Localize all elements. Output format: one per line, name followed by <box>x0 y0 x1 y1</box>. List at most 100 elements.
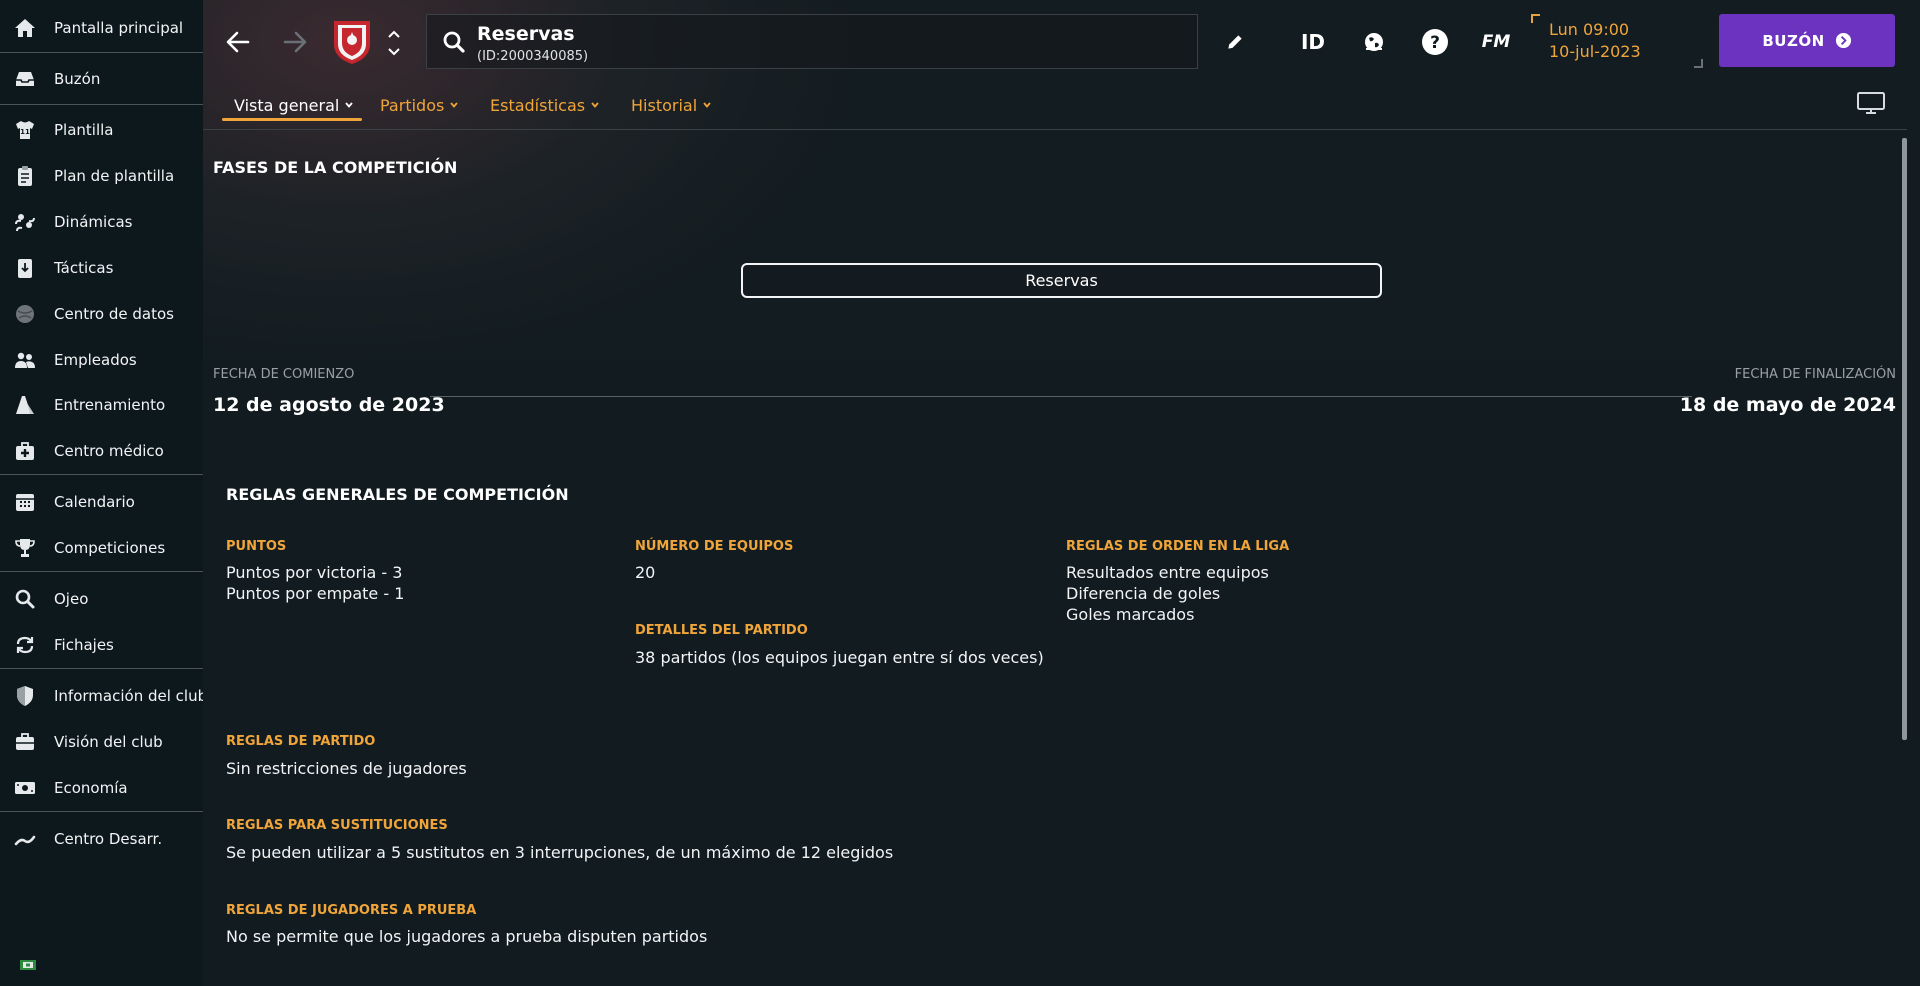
sidebar-divider <box>0 474 203 475</box>
shield-icon <box>11 682 39 710</box>
sidebar-divider <box>0 104 203 105</box>
tab-label: Estadísticas <box>490 95 586 115</box>
match-details-label: DETALLES DEL PARTIDO <box>635 623 808 638</box>
monitor-icon[interactable] <box>1856 90 1886 116</box>
tab-matches[interactable]: Partidos <box>380 92 459 118</box>
tab-overview[interactable]: Vista general <box>234 92 354 118</box>
sidebar-item-tactics[interactable]: Tácticas <box>0 248 203 288</box>
sidebar-item-squad-plan[interactable]: Plan de plantilla <box>0 156 203 196</box>
stage-reservas-button[interactable]: Reservas <box>741 263 1382 298</box>
sidebar-item-squad[interactable]: 11 Plantilla <box>0 110 203 150</box>
date-continue-box[interactable]: Lun 09:00 10-jul-2023 <box>1531 14 1703 68</box>
sidebar-item-transfers[interactable]: Fichajes <box>0 625 203 665</box>
world-football-button[interactable] <box>1357 25 1391 59</box>
subs-rules-label: REGLAS PARA SUSTITUCIONES <box>226 818 448 833</box>
id-button[interactable]: ID <box>1296 25 1330 59</box>
search-box[interactable]: Reservas (ID:2000340085) <box>426 14 1198 69</box>
sidebar-item-inbox[interactable]: Buzón <box>0 59 203 99</box>
sidebar-item-label: Fichajes <box>54 636 114 654</box>
club-badge-icon[interactable] <box>330 18 374 66</box>
subs-rules-value: Se pueden utilizar a 5 sustitutos en 3 i… <box>226 843 894 862</box>
sidebar-item-dynamics[interactable]: Dinámicas <box>0 202 203 242</box>
sidebar-item-medical[interactable]: Centro médico <box>0 431 203 471</box>
club-switch-chevrons-icon[interactable] <box>385 26 403 60</box>
end-date: 18 de mayo de 2024 <box>1679 394 1896 416</box>
phases-heading: FASES DE LA COMPETICIÓN <box>213 158 458 177</box>
sidebar-item-competitions[interactable]: Competiciones <box>0 528 203 568</box>
fm-menu-button[interactable]: FM <box>1479 25 1513 59</box>
tab-statistics[interactable]: Estadísticas <box>490 92 600 118</box>
season-timeline <box>430 396 1692 397</box>
game-time: Lun 09:00 <box>1549 20 1630 39</box>
staff-icon <box>11 346 39 374</box>
sidebar-item-label: Información del club <box>54 687 208 705</box>
trial-rules-label: REGLAS DE JUGADORES A PRUEBA <box>226 903 477 918</box>
sidebar-item-scouting[interactable]: Ojeo <box>0 579 203 619</box>
svg-text:11: 11 <box>20 128 30 136</box>
search-icon <box>443 31 465 53</box>
page-id: (ID:2000340085) <box>477 49 589 64</box>
svg-text:?: ? <box>1430 33 1440 53</box>
tab-label: Partidos <box>380 95 445 115</box>
inbox-continue-button[interactable]: BUZÓN <box>1719 14 1895 67</box>
briefcase-icon <box>11 728 39 756</box>
sidebar-item-label: Centro Desarr. <box>54 830 163 848</box>
sidebar-item-label: Empleados <box>54 351 137 369</box>
back-arrow-icon[interactable] <box>222 26 254 58</box>
chevron-down-icon <box>591 102 599 108</box>
chevron-down-icon <box>703 102 711 108</box>
sidebar-item-staff[interactable]: Empleados <box>0 340 203 380</box>
sidebar-item-label: Centro de datos <box>54 305 174 323</box>
vertical-scrollbar[interactable] <box>1902 138 1907 740</box>
sidebar-item-club-info[interactable]: Información del club <box>0 676 207 716</box>
sidebar: Pantalla principal Buzón 11 Plantilla Pl… <box>0 0 207 986</box>
training-cone-icon <box>11 391 39 419</box>
question-icon: ? <box>1422 29 1448 55</box>
order-rule-2: Diferencia de goles <box>1066 584 1221 603</box>
sidebar-item-club-vision[interactable]: Visión del club <box>0 722 203 762</box>
sidebar-item-label: Ojeo <box>54 590 89 608</box>
forward-arrow-icon[interactable] <box>279 26 311 58</box>
help-button[interactable]: ? <box>1418 25 1452 59</box>
match-rules-label: REGLAS DE PARTIDO <box>226 734 376 749</box>
data-sphere-icon <box>11 300 39 328</box>
id-label: ID <box>1300 30 1326 54</box>
points-win: Puntos por victoria - 3 <box>226 563 403 582</box>
sidebar-item-training[interactable]: Entrenamiento <box>0 385 203 425</box>
sidebar-item-label: Dinámicas <box>54 213 133 231</box>
sidebar-item-label: Economía <box>54 779 128 797</box>
teams-label: NÚMERO DE EQUIPOS <box>635 539 794 554</box>
match-details-value: 38 partidos (los equipos juegan entre sí… <box>635 648 1044 667</box>
magnifier-icon <box>11 585 39 613</box>
sidebar-item-home[interactable]: Pantalla principal <box>0 8 203 48</box>
corner-decoration <box>1531 14 1540 23</box>
arrow-circle-icon <box>1835 32 1851 49</box>
tactics-board-icon <box>11 254 39 282</box>
sidebar-item-label: Centro médico <box>54 442 164 460</box>
sidebar-item-calendar[interactable]: Calendario <box>0 482 203 522</box>
fm-logo: FM <box>1481 32 1511 52</box>
edit-button[interactable] <box>1218 25 1252 59</box>
flag-icon[interactable] <box>20 960 36 970</box>
inbox-icon <box>11 65 39 93</box>
sidebar-item-development-centre[interactable]: Centro Desarr. <box>0 819 203 859</box>
tab-history[interactable]: Historial <box>631 92 712 118</box>
page-title: Reservas <box>477 23 575 45</box>
points-label: PUNTOS <box>226 539 287 554</box>
rules-heading: REGLAS GENERALES DE COMPETICIÓN <box>226 485 569 504</box>
tab-bar-divider <box>203 129 1907 130</box>
active-tab-indicator <box>222 118 362 121</box>
growth-chart-icon <box>11 825 39 853</box>
sidebar-item-finances[interactable]: Economía <box>0 768 203 808</box>
clipboard-icon <box>11 162 39 190</box>
sidebar-item-label: Entrenamiento <box>54 396 166 414</box>
end-date-label: FECHA DE FINALIZACIÓN <box>1734 367 1896 382</box>
corner-decoration <box>1694 59 1703 68</box>
sidebar-item-data-hub[interactable]: Centro de datos <box>0 294 203 334</box>
sidebar-item-label: Pantalla principal <box>54 19 184 37</box>
pencil-icon <box>1228 35 1242 49</box>
start-date-label: FECHA DE COMIENZO <box>213 367 355 382</box>
globe-ball-icon <box>1365 33 1383 51</box>
sidebar-divider <box>0 52 203 53</box>
transfer-arrows-icon <box>11 631 39 659</box>
